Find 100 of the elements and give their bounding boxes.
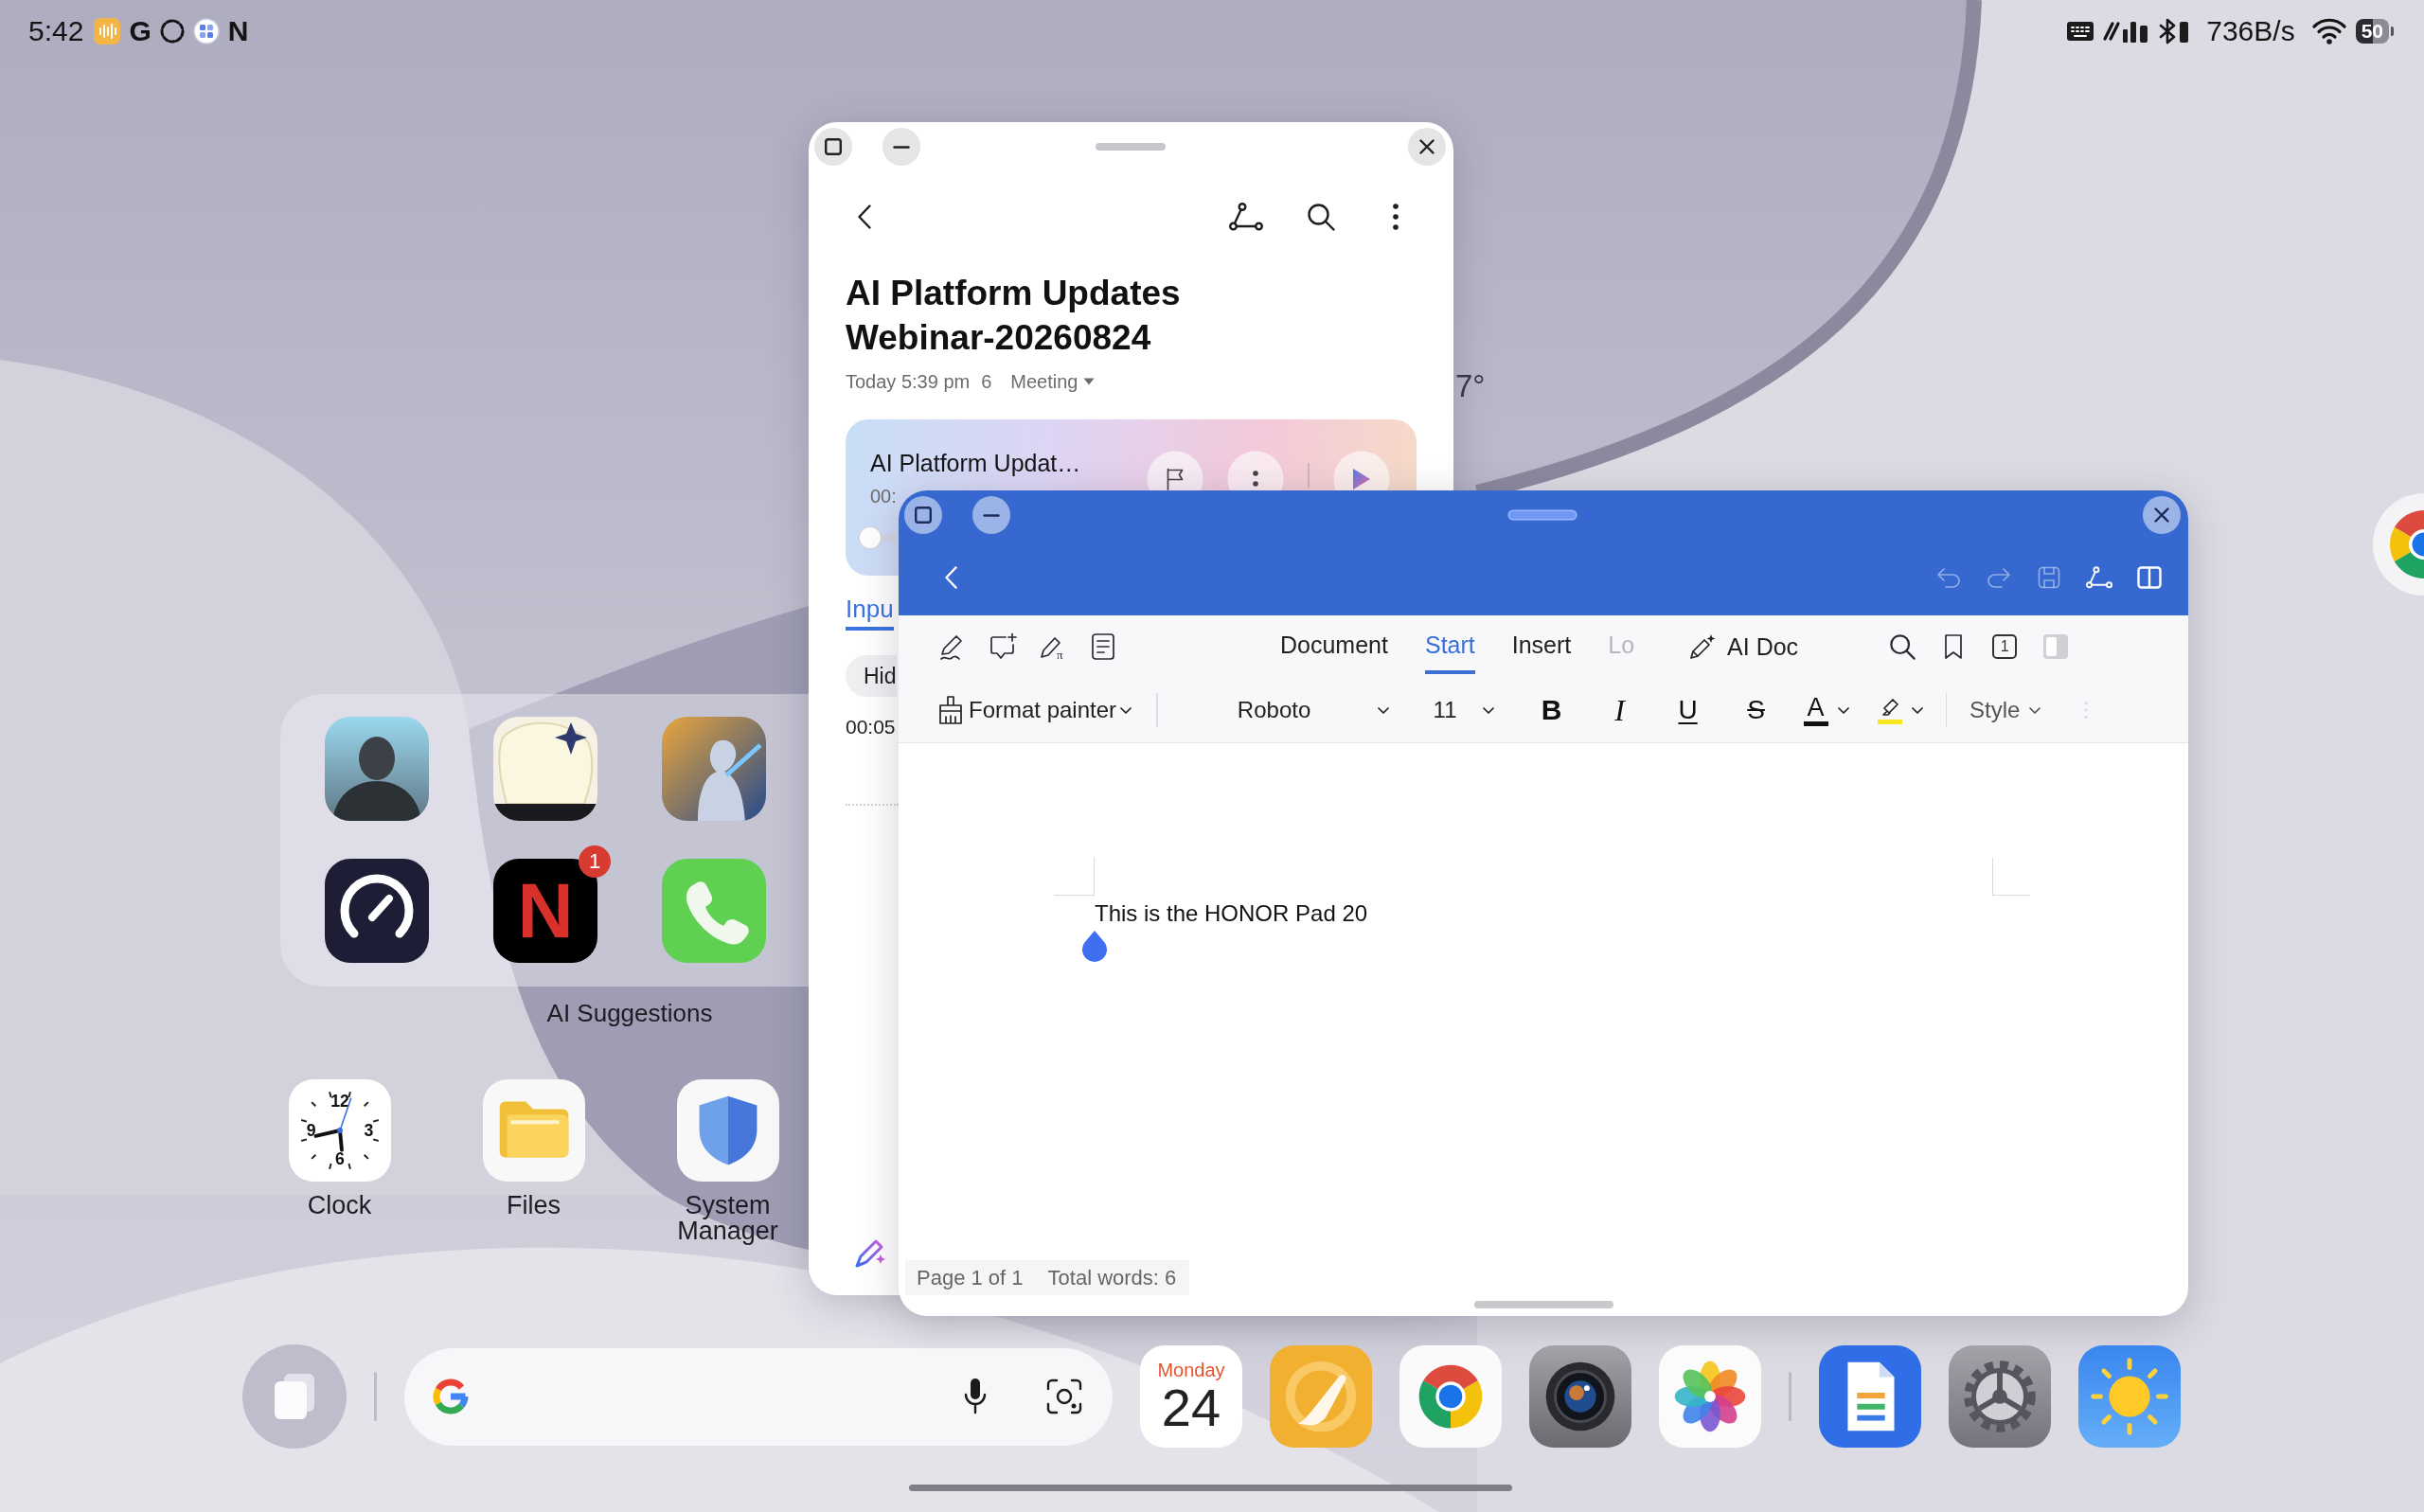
ribbon-tab[interactable]: Insert xyxy=(1511,615,1572,674)
square-icon xyxy=(915,507,932,524)
note-tab[interactable]: Inpu xyxy=(846,593,894,631)
font-dropdown[interactable]: Roboto xyxy=(1170,697,1389,723)
italic-button[interactable]: I xyxy=(1600,689,1639,731)
calendar-app-tile[interactable]: Monday 24 xyxy=(1140,1345,1242,1448)
search-icon xyxy=(1889,633,1916,660)
ai-doc-button[interactable]: AI Doc xyxy=(1688,632,1799,661)
search-button[interactable] xyxy=(1887,631,1918,662)
game-app-icon[interactable] xyxy=(325,717,429,821)
status-time: 5:42 xyxy=(28,15,84,47)
drag-handle[interactable] xyxy=(1509,511,1576,519)
maximize-button[interactable] xyxy=(814,128,852,166)
minus-icon xyxy=(893,145,910,149)
format-painter-button[interactable]: Format painter xyxy=(936,695,1132,725)
close-icon xyxy=(1419,139,1435,154)
shield-app-icon[interactable] xyxy=(676,1079,779,1182)
recording-title: AI Platform Updat… xyxy=(870,449,1081,478)
recording-time: 00: xyxy=(870,485,897,507)
font-color-button[interactable]: A xyxy=(1803,689,1849,731)
ribbon-tab[interactable]: Document xyxy=(1280,615,1388,674)
transcript-timestamp: 00:05 xyxy=(846,716,896,738)
game-app-icon[interactable] xyxy=(493,717,597,821)
four-squares-app-icon xyxy=(192,18,220,44)
play-button[interactable] xyxy=(1333,451,1390,490)
chevron-down-icon xyxy=(1837,706,1849,714)
comment-add-icon xyxy=(989,632,1017,661)
page-corner-mark xyxy=(1054,858,1095,896)
slider-thumb[interactable] xyxy=(860,527,881,548)
app-label: Clock xyxy=(307,1193,372,1218)
dashed-ring-icon xyxy=(159,19,185,44)
redo-icon xyxy=(1987,567,2011,588)
settings-app-icon[interactable] xyxy=(1949,1345,2051,1448)
search-icon xyxy=(1307,203,1335,231)
note-count: 6 xyxy=(981,370,992,394)
clock-app-icon[interactable]: 12 3 6 9 xyxy=(288,1079,391,1182)
drag-handle[interactable] xyxy=(1095,143,1166,151)
filter-chip[interactable]: Hid xyxy=(846,655,897,697)
connected-nodes-icon xyxy=(2086,566,2112,589)
more-icon xyxy=(1253,471,1258,487)
sun-app-icon[interactable] xyxy=(2078,1345,2181,1448)
network-speed: 736B/s xyxy=(2206,15,2295,47)
back-icon xyxy=(858,205,871,229)
ribbon-tab[interactable]: Start xyxy=(1424,615,1475,674)
chevron-down-icon xyxy=(1482,706,1494,714)
waveform-app-icon xyxy=(94,18,121,44)
close-button[interactable] xyxy=(2143,496,2181,534)
stacked-cards-icon xyxy=(273,1372,316,1421)
note-title: AI Platform Updates Webinar-20260824 xyxy=(846,273,1182,359)
bluetooth-icon xyxy=(2158,18,2191,44)
square-icon xyxy=(825,138,842,155)
notification-glyph: N xyxy=(227,17,249,45)
more-icon xyxy=(1393,204,1399,230)
battery-level: 50 xyxy=(2355,19,2389,44)
sparkle-pen-icon xyxy=(1688,632,1718,661)
minimize-button[interactable] xyxy=(972,496,1010,534)
back-icon xyxy=(944,566,957,589)
playback-slider[interactable] xyxy=(860,526,896,549)
page-corner-mark xyxy=(1992,858,2030,896)
add-comment-button[interactable] xyxy=(988,631,1018,662)
underline-button[interactable]: U xyxy=(1668,689,1707,731)
page-info: Page 1 of 1 xyxy=(917,1265,1024,1290)
note-date: Today 5:39 pm xyxy=(846,370,971,394)
brush-icon xyxy=(936,695,965,725)
minus-icon xyxy=(983,513,1000,517)
font-size-dropdown[interactable]: 11 xyxy=(1421,697,1498,723)
calendar-weekday: Monday xyxy=(1157,1359,1225,1381)
wifi-icon xyxy=(2310,17,2347,45)
notification-glyph: G xyxy=(129,17,152,45)
document-app-icon[interactable] xyxy=(1819,1345,1921,1448)
close-icon xyxy=(2154,507,2169,523)
save-icon xyxy=(2038,566,2060,589)
app-folder[interactable]: N 1 xyxy=(280,694,809,987)
bold-button[interactable]: B xyxy=(1532,689,1571,731)
resize-handle[interactable] xyxy=(1473,1301,1613,1308)
browser-bubble-icon xyxy=(2373,493,2424,596)
microphone-icon xyxy=(963,1378,988,1415)
cursor-handle-icon xyxy=(1080,930,1109,962)
camera-app-icon[interactable] xyxy=(1529,1345,1631,1448)
speedometer-app-icon[interactable] xyxy=(325,859,429,963)
split-view-icon xyxy=(2137,566,2162,589)
category-dropdown[interactable]: Meeting xyxy=(1010,370,1096,393)
flag-button[interactable] xyxy=(1147,451,1203,490)
close-button[interactable] xyxy=(1408,128,1446,166)
lens-icon xyxy=(1045,1378,1083,1415)
strike-button[interactable]: S xyxy=(1737,689,1775,731)
play-icon xyxy=(1352,468,1371,490)
document-text: This is the HONOR Pad 20 xyxy=(1095,899,1368,928)
maximize-button[interactable] xyxy=(904,496,942,534)
pinwheel-app-icon[interactable] xyxy=(1659,1345,1761,1448)
dropdown-caret-icon xyxy=(1083,378,1096,385)
formula-pen-button[interactable]: π xyxy=(1038,631,1068,662)
minimize-button[interactable] xyxy=(882,128,920,166)
document-lines-icon xyxy=(1091,632,1115,661)
folder-label: AI Suggestions xyxy=(546,999,713,1027)
chevron-down-icon xyxy=(1377,706,1389,714)
style-dropdown[interactable]: Style xyxy=(1970,697,2041,723)
calendar-day: 24 xyxy=(1161,1381,1221,1434)
app-label: System Manager xyxy=(676,1193,779,1244)
browser-app-icon[interactable] xyxy=(1399,1345,1502,1448)
